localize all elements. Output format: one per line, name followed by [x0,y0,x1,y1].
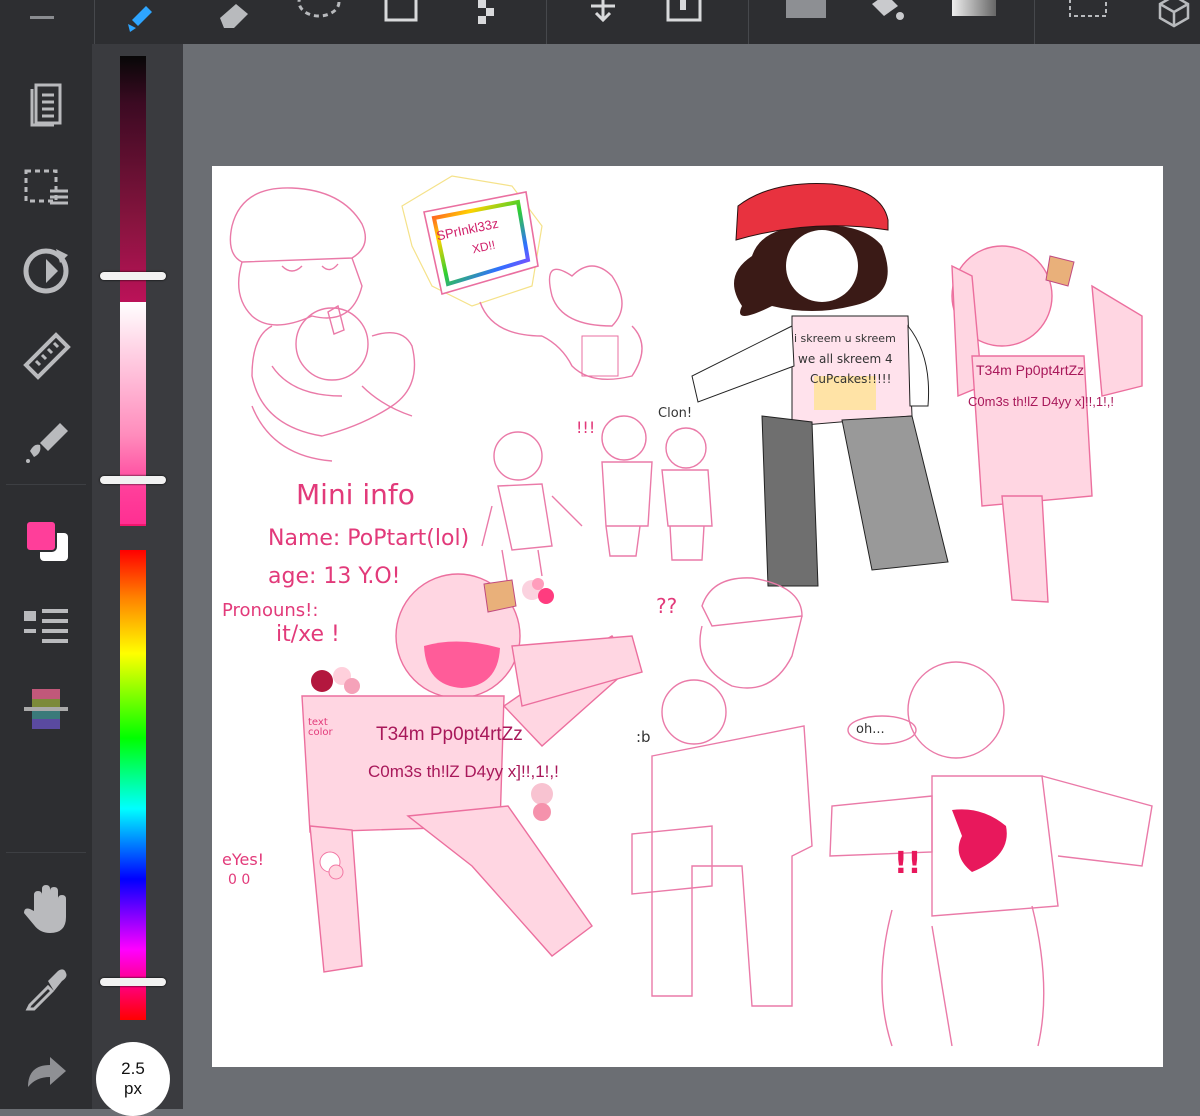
sketch-oh-character [829,661,1153,1047]
clon-label: Clon! [658,406,693,421]
b-bubble-text: :b [636,728,651,746]
beanie-shirt-line1: i skreem u skreem [794,332,896,345]
square-select-icon[interactable] [378,0,428,40]
eyedropper-icon[interactable] [17,960,75,1018]
ruler-icon[interactable] [17,326,75,384]
layers-icon[interactable] [17,74,75,132]
magic-wand-icon[interactable] [462,0,512,40]
gradient-icon[interactable] [946,0,1000,40]
small-shirt-text-line2: C0m3s th!lZ D4yy x]!!,1!,! [968,394,1114,409]
opacity-slider-handle[interactable] [100,476,166,484]
shirt-text-line2: C0m3s th!lZ D4yy x]!!,1!,! [368,762,559,781]
hue-slider-handle[interactable] [100,978,166,986]
brush-size-value: 2.5 [121,1059,145,1078]
top-toolbar [0,0,1200,44]
lasso-select-icon[interactable] [294,0,344,40]
beanie-shirt-line3: CuPcakes!!!!! [810,372,892,386]
transform-icon[interactable] [662,0,712,40]
eraser-icon[interactable] [208,0,258,40]
filter-icon[interactable] [17,410,75,468]
selection-menu-icon[interactable] [17,158,75,216]
brush-size-indicator[interactable]: 2.5 px [96,1042,170,1116]
small-shirt-text-line1: T34m Pp0pt4rtZz [976,362,1085,378]
sketch-artwork [229,175,1153,1047]
layer-list-icon[interactable] [17,596,75,654]
text-color-label: text color [308,717,333,738]
pronouns-label: Pronouns!: [222,600,319,621]
move-icon[interactable] [578,0,628,40]
bucket-icon[interactable] [862,0,912,40]
sketch-small-figures [481,415,713,587]
age-line: age: 13 Y.O! [268,564,401,589]
shirt-text-line1: T34m Pp0pt4rtZz [376,724,523,745]
color-palette-icon[interactable] [17,680,75,738]
deselect-icon[interactable] [1064,0,1114,40]
redo-icon[interactable] [17,1044,75,1102]
eyes-sample: 0 0 [228,872,251,888]
hue-slider[interactable] [120,550,146,1020]
color-slider-panel [92,44,183,1109]
primary-color-swatch [25,520,57,552]
left-sidebar [0,44,92,1109]
drawing-arms-up-character [951,245,1143,603]
oh-bubble-text: oh... [856,722,885,737]
3d-cube-icon[interactable] [1148,0,1200,40]
opacity-slider[interactable] [120,302,146,524]
beanie-shirt-line2: we all skreem 4 [798,352,893,366]
hand-icon[interactable] [17,880,75,938]
drawing-canvas[interactable]: Mini info Name: PoPtart(lol) age: 13 Y.O… [212,166,1163,1067]
name-line: Name: PoPtart(lol) [268,526,470,551]
sketch-hoodie-character [229,187,416,462]
sketch-sitting-character [631,577,813,1007]
brush-size-unit: px [124,1079,142,1098]
color-swatch-icon[interactable] [17,510,75,568]
exclaim-mid: !!! [576,418,596,437]
brightness-slider-handle[interactable] [100,272,166,280]
eyes-label: eYes! [222,850,265,869]
question-marks: ?? [656,594,678,618]
brush-icon[interactable] [120,0,170,40]
mini-info-title: Mini info [296,478,415,511]
sketch-sign-character [401,175,643,381]
exclaim-big: !! [894,846,922,881]
menu-icon[interactable] [22,0,62,40]
pronouns-value: it/xe ! [276,622,340,647]
fill-icon[interactable] [780,0,830,40]
rotate-icon[interactable] [17,242,75,300]
